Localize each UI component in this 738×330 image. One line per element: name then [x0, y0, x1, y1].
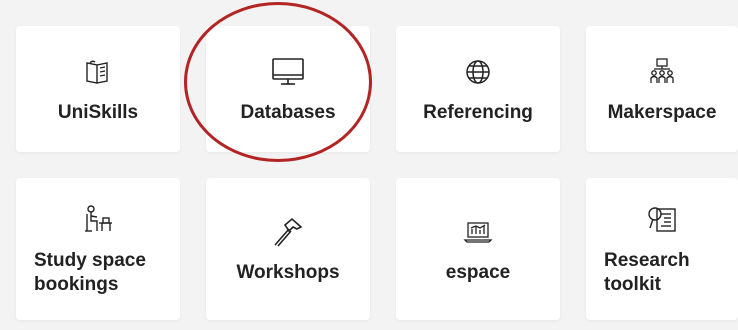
- tile-study-space-bookings[interactable]: Study space bookings: [16, 178, 180, 320]
- tile-label: espace: [445, 262, 511, 284]
- book-open-icon: [79, 53, 117, 91]
- tile-uniskills[interactable]: UniSkills: [16, 26, 180, 152]
- tile-espace[interactable]: espace: [396, 178, 560, 320]
- tile-label: Research toolkit: [604, 250, 690, 295]
- hammer-icon: [269, 213, 307, 251]
- tile-referencing[interactable]: Referencing: [396, 26, 560, 152]
- monitor-icon: [269, 53, 307, 91]
- tile-databases[interactable]: Databases: [206, 26, 370, 152]
- tile-label: Referencing: [423, 102, 533, 124]
- tile-label: Databases: [240, 102, 336, 124]
- search-document-icon: [643, 201, 681, 239]
- tile-label: Study space bookings: [34, 250, 146, 295]
- tile-label: UniSkills: [57, 102, 139, 124]
- laptop-chart-icon: [459, 213, 497, 251]
- people-network-icon: [643, 53, 681, 91]
- tile-makerspace[interactable]: Makerspace: [586, 26, 738, 152]
- quick-links-grid: UniSkills Databases Referencing Makerspa…: [0, 0, 738, 330]
- globe-icon: [459, 53, 497, 91]
- tile-workshops[interactable]: Workshops: [206, 178, 370, 320]
- tile-label: Makerspace: [607, 102, 717, 124]
- desk-person-icon: [79, 201, 117, 239]
- tile-research-toolkit[interactable]: Research toolkit: [586, 178, 738, 320]
- tile-label: Workshops: [236, 262, 340, 284]
